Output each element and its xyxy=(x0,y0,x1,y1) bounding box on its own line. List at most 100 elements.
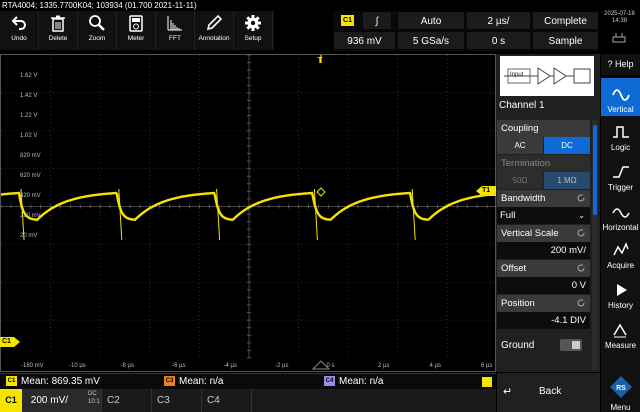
waveform-spike xyxy=(118,188,123,241)
reset-icon[interactable] xyxy=(576,228,586,238)
meter-label: Meter xyxy=(127,35,145,42)
delete-button[interactable]: Delete xyxy=(39,11,78,50)
trigger-icon xyxy=(611,163,631,183)
vscale-label-text: Vertical Scale xyxy=(501,228,559,239)
termination-50-button: 50Ω xyxy=(497,172,543,189)
measure-icon xyxy=(611,321,631,341)
clock-date: 2025-07-18 xyxy=(604,11,635,17)
fft-icon xyxy=(166,11,184,35)
nav-label: Acquire xyxy=(606,261,635,270)
offset-label-text: Offset xyxy=(501,263,527,274)
time-offset-button[interactable]: 0 s xyxy=(466,31,531,50)
annotation-button[interactable]: Annotation xyxy=(195,11,234,50)
x-axis-label: 0 s xyxy=(326,363,335,369)
x-axis-first-label: -180 mV xyxy=(21,363,44,369)
nav-measure[interactable]: Measure xyxy=(601,314,640,352)
measurement-2-value: Mean: n/a xyxy=(179,376,224,387)
trigger-level-button[interactable]: 936 mV xyxy=(333,31,396,50)
bandwidth-select[interactable]: Full ⌄ xyxy=(497,207,590,224)
x-axis-label: 4 µs xyxy=(429,363,441,369)
position-input[interactable]: -4.1 DIV xyxy=(497,312,590,329)
waveform-grid xyxy=(1,55,495,370)
reset-icon[interactable] xyxy=(576,298,586,308)
vscale-label: Vertical Scale xyxy=(497,225,590,242)
trigger-mode-button[interactable]: Auto xyxy=(397,11,465,30)
channel-diagram: Input xyxy=(500,56,594,96)
trigger-slope-button[interactable]: ∫ xyxy=(362,11,392,30)
y-axis-label: 620 mV xyxy=(20,173,41,179)
measurement-bar: C1 Mean: 869.35 mV C3 Mean: n/a C4 Mean: n/… xyxy=(0,373,496,389)
menu-button[interactable]: RS Menu xyxy=(601,373,640,412)
bandwidth-label-text: Bandwidth xyxy=(501,193,546,204)
acq-mode-button[interactable]: Sample xyxy=(532,31,599,50)
termination-1m-button: 1 MΩ xyxy=(544,172,590,189)
position-label: Position xyxy=(497,295,590,312)
nav-history[interactable]: History xyxy=(601,274,640,312)
time-scale-button[interactable]: 2 µs/ xyxy=(466,11,531,30)
toolbar: Undo Delete Zoom Meter FFT Annotation Se… xyxy=(0,11,274,50)
y-axis-label: 1.42 V xyxy=(20,93,38,99)
meter-icon xyxy=(127,11,145,35)
coupling-label: Coupling xyxy=(497,120,590,137)
nav-acquire[interactable]: Acquire xyxy=(601,234,640,272)
meter-button[interactable]: Meter xyxy=(117,11,156,50)
nav-horizontal[interactable]: Horizontal xyxy=(601,196,640,234)
waveform-spike xyxy=(411,188,416,241)
clock: 2025-07-18 14:38 xyxy=(599,11,640,25)
zoom-label: Zoom xyxy=(88,35,106,42)
offset-input[interactable]: 0 V xyxy=(497,277,590,294)
x-axis-label: 6 µs xyxy=(481,363,493,369)
measurement-1[interactable]: C1 Mean: 869.35 mV xyxy=(6,376,100,388)
y-axis-label: 1.62 V xyxy=(20,73,38,79)
acquisition-bar: C1 ∫ Auto 2 µs/ Complete 936 mV 5 GSa/s … xyxy=(333,11,599,51)
chevron-down-icon: ⌄ xyxy=(578,211,585,220)
waveform-graph[interactable]: 1.62 V 1.42 V 1.22 V 1.02 V 820 mV 620 mV 420 … xyxy=(0,54,496,372)
panel-title: Channel 1 xyxy=(499,100,545,111)
channel2-button[interactable]: C2 xyxy=(102,389,152,412)
nav-vertical[interactable]: Vertical xyxy=(601,78,640,116)
zoom-button[interactable]: Zoom xyxy=(78,11,117,50)
zoom-icon xyxy=(88,11,106,35)
panel-scrollbar-thumb[interactable] xyxy=(593,125,597,215)
reset-icon[interactable] xyxy=(576,193,586,203)
pen-icon xyxy=(205,11,223,35)
nav-label: Logic xyxy=(610,143,631,152)
channel4-button[interactable]: C4 xyxy=(202,389,252,412)
measurement-3-tag: C4 xyxy=(324,376,335,387)
channel1-button[interactable]: C1 200 mV/ DC 10:1 xyxy=(0,389,102,412)
y-axis-label: 820 mV xyxy=(20,153,41,159)
waveform-spike xyxy=(313,188,318,241)
undo-button[interactable]: Undo xyxy=(0,11,39,50)
y-axis-label: 1.02 V xyxy=(20,133,38,139)
ground-toggle[interactable] xyxy=(560,339,582,351)
channel1-probe: 10:1 xyxy=(88,399,100,405)
panel-scrollbar[interactable] xyxy=(592,120,598,370)
bandwidth-label: Bandwidth xyxy=(497,190,590,207)
x-axis-label: -10 µs xyxy=(69,363,86,369)
coupling-dc-button[interactable]: DC xyxy=(544,137,590,154)
trigger-source-tag[interactable]: C1 xyxy=(341,15,354,26)
measurement-3[interactable]: C4 Mean: n/a xyxy=(324,376,383,388)
fft-button[interactable]: FFT xyxy=(156,11,195,50)
diagram-input-label: Input xyxy=(510,72,524,78)
channel3-button[interactable]: C3 xyxy=(152,389,202,412)
side-navigation: Vertical Logic Trigger Horizontal Acquire His… xyxy=(601,78,640,373)
x-axis-label: -2 µs xyxy=(275,363,289,369)
reset-icon[interactable] xyxy=(576,263,586,273)
setup-button[interactable]: Setup xyxy=(234,11,273,50)
coupling-ac-button[interactable]: AC xyxy=(497,137,543,154)
trigger-position-marker[interactable]: T xyxy=(313,56,327,65)
nav-label: Trigger xyxy=(607,183,634,192)
position-label-text: Position xyxy=(501,298,535,309)
measurement-2[interactable]: C3 Mean: n/a xyxy=(164,376,223,388)
back-button[interactable]: ↵ Back xyxy=(497,373,600,412)
y-axis-label: 220 mV xyxy=(20,213,41,219)
measurement-edge-marker xyxy=(482,377,492,387)
vscale-input[interactable]: 200 mV/ xyxy=(497,242,590,259)
nav-trigger[interactable]: Trigger xyxy=(601,156,640,194)
horizontal-icon xyxy=(611,203,631,223)
sample-rate-button[interactable]: 5 GSa/s xyxy=(397,31,465,50)
nav-logic[interactable]: Logic xyxy=(601,116,640,154)
help-button[interactable]: ? Help xyxy=(601,54,640,75)
acq-status-button[interactable]: Complete xyxy=(532,11,599,30)
